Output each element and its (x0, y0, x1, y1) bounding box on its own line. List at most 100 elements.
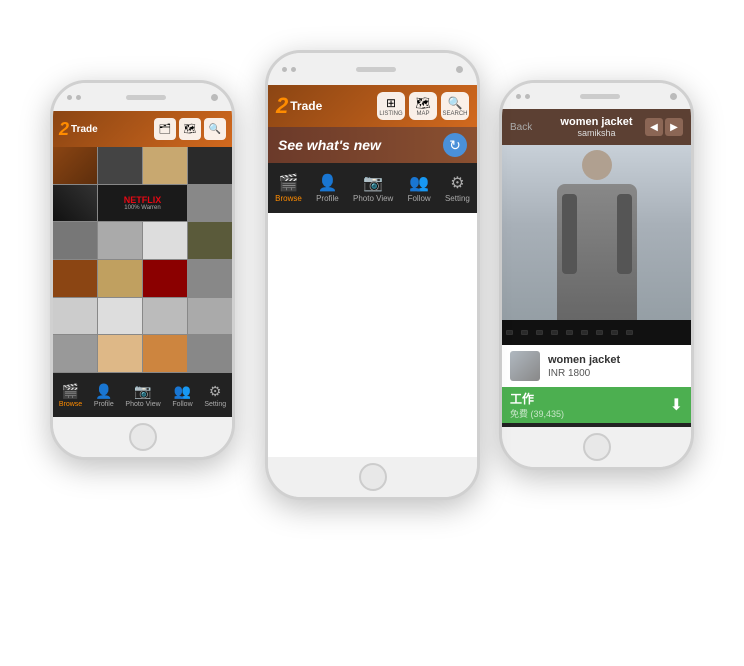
phone-screen-left: 2 Trade 🗂 🗺 🔍 (53, 111, 232, 417)
nav-photo-left[interactable]: 📷 Photo View (125, 383, 160, 408)
phone-speaker-center (356, 67, 396, 72)
netflix-text: NETFLIX (124, 195, 162, 205)
grid-content-left: NETFLIX 100% Warren (53, 147, 232, 373)
nav-profile-left[interactable]: 👤 Profile (94, 383, 114, 408)
product-details: women jacket INR 1800 (548, 354, 620, 379)
browse-label-left: Browse (59, 401, 82, 408)
grid-cell-9[interactable] (98, 222, 142, 259)
listing-label: LISTING (379, 111, 402, 117)
product-price-right: INR 1800 (548, 368, 620, 379)
search-icon: 🔍 (209, 124, 221, 135)
nav-setting-left[interactable]: ⚙ Setting (204, 383, 226, 408)
logo-2-left: 2 (59, 119, 69, 140)
setting-icon-left: ⚙ (209, 383, 222, 400)
setting-icon-center: ⚙ (450, 173, 464, 193)
grid-cell-2[interactable] (98, 147, 142, 184)
listing-icon-btn[interactable]: ⊞ LISTING (377, 92, 405, 120)
photo-icon-center: 📷 (363, 173, 383, 193)
map-icon: 🗺 (184, 124, 197, 135)
nav-arrows: ◀ ▶ (645, 118, 683, 136)
profile-icon-center: 👤 (317, 173, 337, 193)
right-header-title: women jacket samiksha (560, 116, 632, 138)
nav-setting-center[interactable]: ⚙ Setting (445, 173, 470, 203)
next-arrow[interactable]: ▶ (665, 118, 683, 136)
map-label: MAP (416, 111, 429, 117)
setting-label-left: Setting (204, 401, 226, 408)
grid-cell-4[interactable] (188, 147, 232, 184)
netflix-sub: 100% Warren (124, 205, 160, 211)
map-icon-btn-left[interactable]: 🗺 (179, 118, 201, 140)
nav-photo-center[interactable]: 📷 Photo View (353, 173, 393, 203)
back-button[interactable]: Back (510, 122, 532, 133)
nav-follow-left[interactable]: 👥 Follow (172, 383, 192, 408)
product-title-header: women jacket (560, 116, 632, 128)
phone-bottom-left (53, 417, 232, 457)
grid-cell-20[interactable] (53, 335, 97, 372)
logo-trade-center: Trade (290, 99, 322, 113)
see-whats-new-bar[interactable]: See what's new ↻ (268, 127, 477, 163)
left-navbar: 🎬 Browse 👤 Profile 📷 Photo View 👥 Follow… (53, 373, 232, 417)
download-text-area: 工作 免費 (39,435) (510, 390, 564, 420)
grid-cell-13[interactable] (98, 260, 142, 297)
grid-cell-17[interactable] (98, 298, 142, 335)
refresh-button[interactable]: ↻ (443, 133, 467, 157)
home-button-right[interactable] (583, 433, 611, 461)
grid-cell-11[interactable] (188, 222, 232, 259)
profile-icon-left: 👤 (95, 383, 112, 400)
grid-cell-22[interactable] (143, 335, 187, 372)
grid-cell-18[interactable] (143, 298, 187, 335)
phone-dots-left (67, 95, 81, 100)
nav-profile-center[interactable]: 👤 Profile (316, 173, 339, 203)
scene: 2 Trade 🗂 🗺 🔍 (0, 0, 744, 666)
nav-follow-center[interactable]: 👥 Follow (408, 173, 431, 203)
dot-c2 (291, 67, 296, 72)
grid-cell-1[interactable] (53, 147, 97, 184)
phone-dots-center (282, 67, 296, 72)
photo-label-left: Photo View (125, 401, 160, 408)
map-icon-btn-center[interactable]: 🗺 MAP (409, 92, 437, 120)
grid-cell-21[interactable] (98, 335, 142, 372)
grid-cell-12[interactable] (53, 260, 97, 297)
grid-cell-3[interactable] (143, 147, 187, 184)
download-icon[interactable]: ⬇ (670, 395, 683, 415)
dot-c1 (282, 67, 287, 72)
phone-bottom-center (268, 457, 477, 497)
photo-icon-left: 📷 (134, 383, 151, 400)
right-navbar: 🎬 Browse 👤 Profile 📷 Photo View 👥 Follow… (502, 423, 691, 427)
grid-cell-8[interactable] (53, 222, 97, 259)
profile-label-center: Profile (316, 194, 339, 203)
home-button-left[interactable] (129, 423, 157, 451)
search-icon-btn-center[interactable]: 🔍 SEARCH (441, 92, 469, 120)
grid-cell-10[interactable] (143, 222, 187, 259)
grid-cell-19[interactable] (188, 298, 232, 335)
seller-name: samiksha (560, 128, 632, 138)
phone-top-left (53, 83, 232, 111)
guide-icon-btn[interactable]: 🗂 (154, 118, 176, 140)
grid-cell-7[interactable] (188, 185, 232, 222)
grid-cell-14[interactable] (143, 260, 187, 297)
phone-left: 2 Trade 🗂 🗺 🔍 (50, 80, 235, 460)
nav-browse-left[interactable]: 🎬 Browse (59, 383, 82, 408)
home-button-center[interactable] (359, 463, 387, 491)
nav-browse-center[interactable]: 🎬 Browse (275, 173, 302, 203)
center-header-icons: ⊞ LISTING 🗺 MAP 🔍 SEARCH (377, 92, 469, 120)
grid-cell-15[interactable] (188, 260, 232, 297)
follow-icon-center: 👥 (409, 173, 429, 193)
phone-camera-left (211, 94, 218, 101)
phone-speaker-right (580, 94, 620, 99)
center-app-header: 2 Trade ⊞ LISTING 🗺 MAP 🔍 SEARCH (268, 85, 477, 127)
download-area[interactable]: 工作 免費 (39,435) ⬇ (502, 387, 691, 423)
grid-cell-5[interactable] (53, 185, 97, 222)
center-navbar: 🎬 Browse 👤 Profile 📷 Photo View 👥 Follow… (268, 163, 477, 213)
grid-cell-16[interactable] (53, 298, 97, 335)
right-app-header: Back women jacket samiksha ◀ ▶ (502, 109, 691, 145)
grid-cell-netflix[interactable]: NETFLIX 100% Warren (98, 185, 187, 222)
prev-arrow[interactable]: ◀ (645, 118, 663, 136)
search-label: SEARCH (442, 111, 467, 117)
setting-label-center: Setting (445, 194, 470, 203)
logo-left: 2 Trade (59, 119, 98, 140)
logo-center: 2 Trade (276, 93, 322, 119)
grid-cell-23[interactable] (188, 335, 232, 372)
photo-label-center: Photo View (353, 194, 393, 203)
search-icon-btn-left[interactable]: 🔍 (204, 118, 226, 140)
